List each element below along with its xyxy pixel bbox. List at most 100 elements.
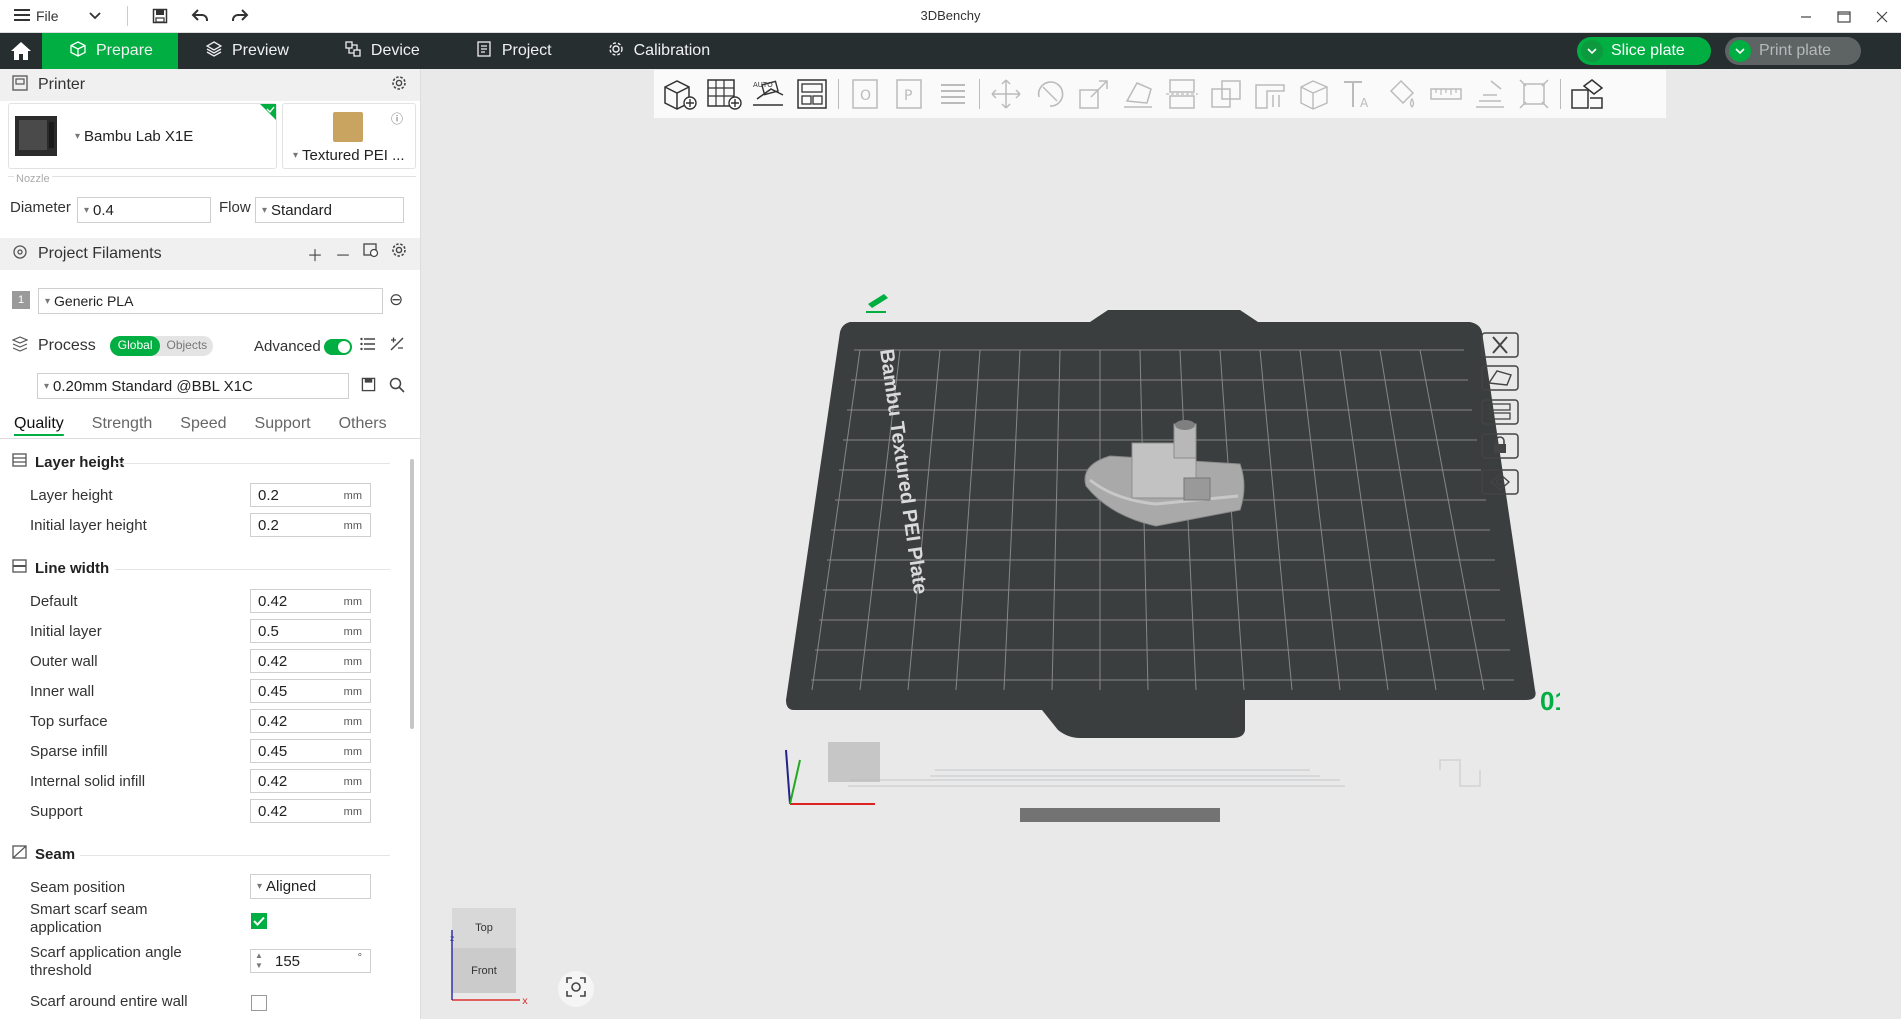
printer-section-header: Printer xyxy=(0,69,420,101)
tab-quality[interactable]: Quality xyxy=(0,409,78,439)
reset-camera-button[interactable] xyxy=(558,971,594,1007)
initial-layer-height-input[interactable]: 0.2 mm xyxy=(250,513,371,537)
filament-settings-gear-icon[interactable] xyxy=(391,242,407,266)
tab-preview[interactable]: Preview xyxy=(178,33,317,69)
tab-speed[interactable]: Speed xyxy=(166,409,240,439)
scarf-angle-spin-input[interactable]: ▲ ▼ 155 ° xyxy=(250,949,371,973)
auto-orient-icon[interactable]: AUTO xyxy=(746,74,790,114)
layers-editing-icon[interactable] xyxy=(931,74,975,114)
filament-select[interactable]: ▾ Generic PLA xyxy=(38,288,383,314)
view-cube[interactable]: Top Front x z xyxy=(450,908,528,1004)
nozzle-diameter-select[interactable]: ▾ 0.4 xyxy=(77,197,211,223)
measure-icon[interactable] xyxy=(1424,74,1468,114)
scarf-entire-wall-checkbox[interactable] xyxy=(251,995,267,1011)
boolean-icon[interactable] xyxy=(1204,74,1248,114)
remove-filament-icon[interactable]: － xyxy=(335,242,351,266)
line-width-label: Inner wall xyxy=(30,683,95,700)
scale-icon[interactable] xyxy=(1072,74,1116,114)
line-width-input[interactable]: 0.45 mm xyxy=(250,739,371,763)
build-plate-scene[interactable]: Bambu Textured PEI Plate 01 xyxy=(780,290,1560,840)
maximize-icon[interactable] xyxy=(1825,0,1863,33)
text-tool-icon[interactable]: A xyxy=(1336,74,1380,114)
color-painting-icon[interactable] xyxy=(1380,74,1424,114)
process-preset-select[interactable]: ▾ 0.20mm Standard @BBL X1C xyxy=(37,373,349,399)
split-objects-icon[interactable]: O xyxy=(843,74,887,114)
initial-layer-height-label: Initial layer height xyxy=(30,517,147,534)
line-width-label: Initial layer xyxy=(30,623,102,640)
print-plate-button[interactable]: Print plate xyxy=(1725,37,1861,65)
chevron-down-icon[interactable] xyxy=(1729,40,1751,62)
explode-view-icon[interactable] xyxy=(1565,74,1609,114)
move-icon[interactable] xyxy=(984,74,1028,114)
tab-support[interactable]: Support xyxy=(241,409,325,439)
tab-others[interactable]: Others xyxy=(325,409,401,439)
home-icon[interactable] xyxy=(0,33,42,69)
more-options-icon[interactable]: ⊖ xyxy=(389,290,403,310)
add-object-icon[interactable] xyxy=(658,74,702,114)
split-parts-icon[interactable]: P xyxy=(887,74,931,114)
purge-lines xyxy=(848,759,1481,787)
chevron-down-icon[interactable] xyxy=(81,3,109,29)
smart-scarf-checkbox[interactable] xyxy=(251,913,267,929)
save-preset-icon[interactable] xyxy=(361,377,376,397)
support-painting-icon[interactable] xyxy=(1248,74,1292,114)
process-icon xyxy=(11,335,29,357)
line-width-input[interactable]: 0.45 mm xyxy=(250,679,371,703)
cut-icon[interactable] xyxy=(1160,74,1204,114)
line-width-input[interactable]: 0.42 mm xyxy=(250,649,371,673)
sidebar-scrollbar[interactable] xyxy=(410,459,414,729)
chevron-down-icon[interactable] xyxy=(1581,40,1603,62)
seam-position-select[interactable]: ▾ Aligned xyxy=(250,874,371,899)
plate-settings-icon[interactable] xyxy=(1480,468,1520,496)
fit-view-icon[interactable] xyxy=(1512,74,1556,114)
line-width-input[interactable]: 0.42 mm xyxy=(250,709,371,733)
sync-filament-icon[interactable] xyxy=(363,242,379,266)
filaments-section-header: Project Filaments ＋ － xyxy=(0,238,420,270)
info-icon[interactable]: ⓘ xyxy=(391,110,403,127)
pencil-icon[interactable] xyxy=(866,294,888,313)
orient-plate-icon[interactable] xyxy=(1480,364,1520,392)
close-icon[interactable] xyxy=(1863,0,1901,33)
lock-plate-icon[interactable] xyxy=(1480,432,1520,460)
tab-prepare[interactable]: Prepare xyxy=(42,33,178,69)
minimize-icon[interactable] xyxy=(1787,0,1825,33)
save-icon[interactable] xyxy=(146,3,174,29)
delete-plate-icon[interactable] xyxy=(1480,331,1520,359)
seam-painting-icon[interactable] xyxy=(1292,74,1336,114)
printer-model-card[interactable]: ▾ Bambu Lab X1E xyxy=(8,103,277,169)
line-width-input[interactable]: 0.42 mm xyxy=(250,589,371,613)
tab-project[interactable]: Project xyxy=(448,33,580,69)
line-width-input[interactable]: 0.42 mm xyxy=(250,799,371,823)
tab-device[interactable]: Device xyxy=(317,33,448,69)
tab-prepare-label: Prepare xyxy=(96,42,153,59)
plate-number: 01 xyxy=(1540,686,1560,716)
global-objects-toggle[interactable]: Global Objects xyxy=(109,336,214,356)
build-plate-card[interactable]: ⓘ ▾ Textured PEI ... xyxy=(282,103,416,169)
add-plate-icon[interactable] xyxy=(702,74,746,114)
line-width-input[interactable]: 0.5 mm xyxy=(250,619,371,643)
printer-settings-gear-icon[interactable] xyxy=(391,75,407,96)
arrange-plate-icon[interactable] xyxy=(1480,398,1520,426)
objects-toggle[interactable]: Objects xyxy=(160,336,213,356)
assembly-icon[interactable] xyxy=(1468,74,1512,114)
file-menu-button[interactable]: File xyxy=(14,3,59,29)
filament-slot-badge[interactable]: 1 xyxy=(12,291,30,309)
advanced-switch[interactable] xyxy=(324,339,352,355)
rotate-icon[interactable] xyxy=(1028,74,1072,114)
layer-height-input[interactable]: 0.2 mm xyxy=(250,483,371,507)
arrange-icon[interactable] xyxy=(790,74,834,114)
line-width-input[interactable]: 0.42 mm xyxy=(250,769,371,793)
search-icon[interactable] xyxy=(389,377,405,398)
lay-on-face-icon[interactable] xyxy=(1116,74,1160,114)
slice-plate-button[interactable]: Slice plate xyxy=(1577,37,1711,65)
nozzle-flow-select[interactable]: ▾ Standard xyxy=(255,197,404,223)
add-filament-icon[interactable]: ＋ xyxy=(307,242,323,266)
global-toggle[interactable]: Global xyxy=(109,336,161,356)
tab-strength[interactable]: Strength xyxy=(78,409,166,439)
compare-icon[interactable] xyxy=(389,336,405,357)
undo-icon[interactable] xyxy=(186,3,214,29)
tab-calibration[interactable]: Calibration xyxy=(580,33,738,69)
list-view-icon[interactable] xyxy=(360,337,376,356)
redo-icon[interactable] xyxy=(226,3,254,29)
spinner-arrows-icon[interactable]: ▲ ▼ xyxy=(255,951,263,971)
